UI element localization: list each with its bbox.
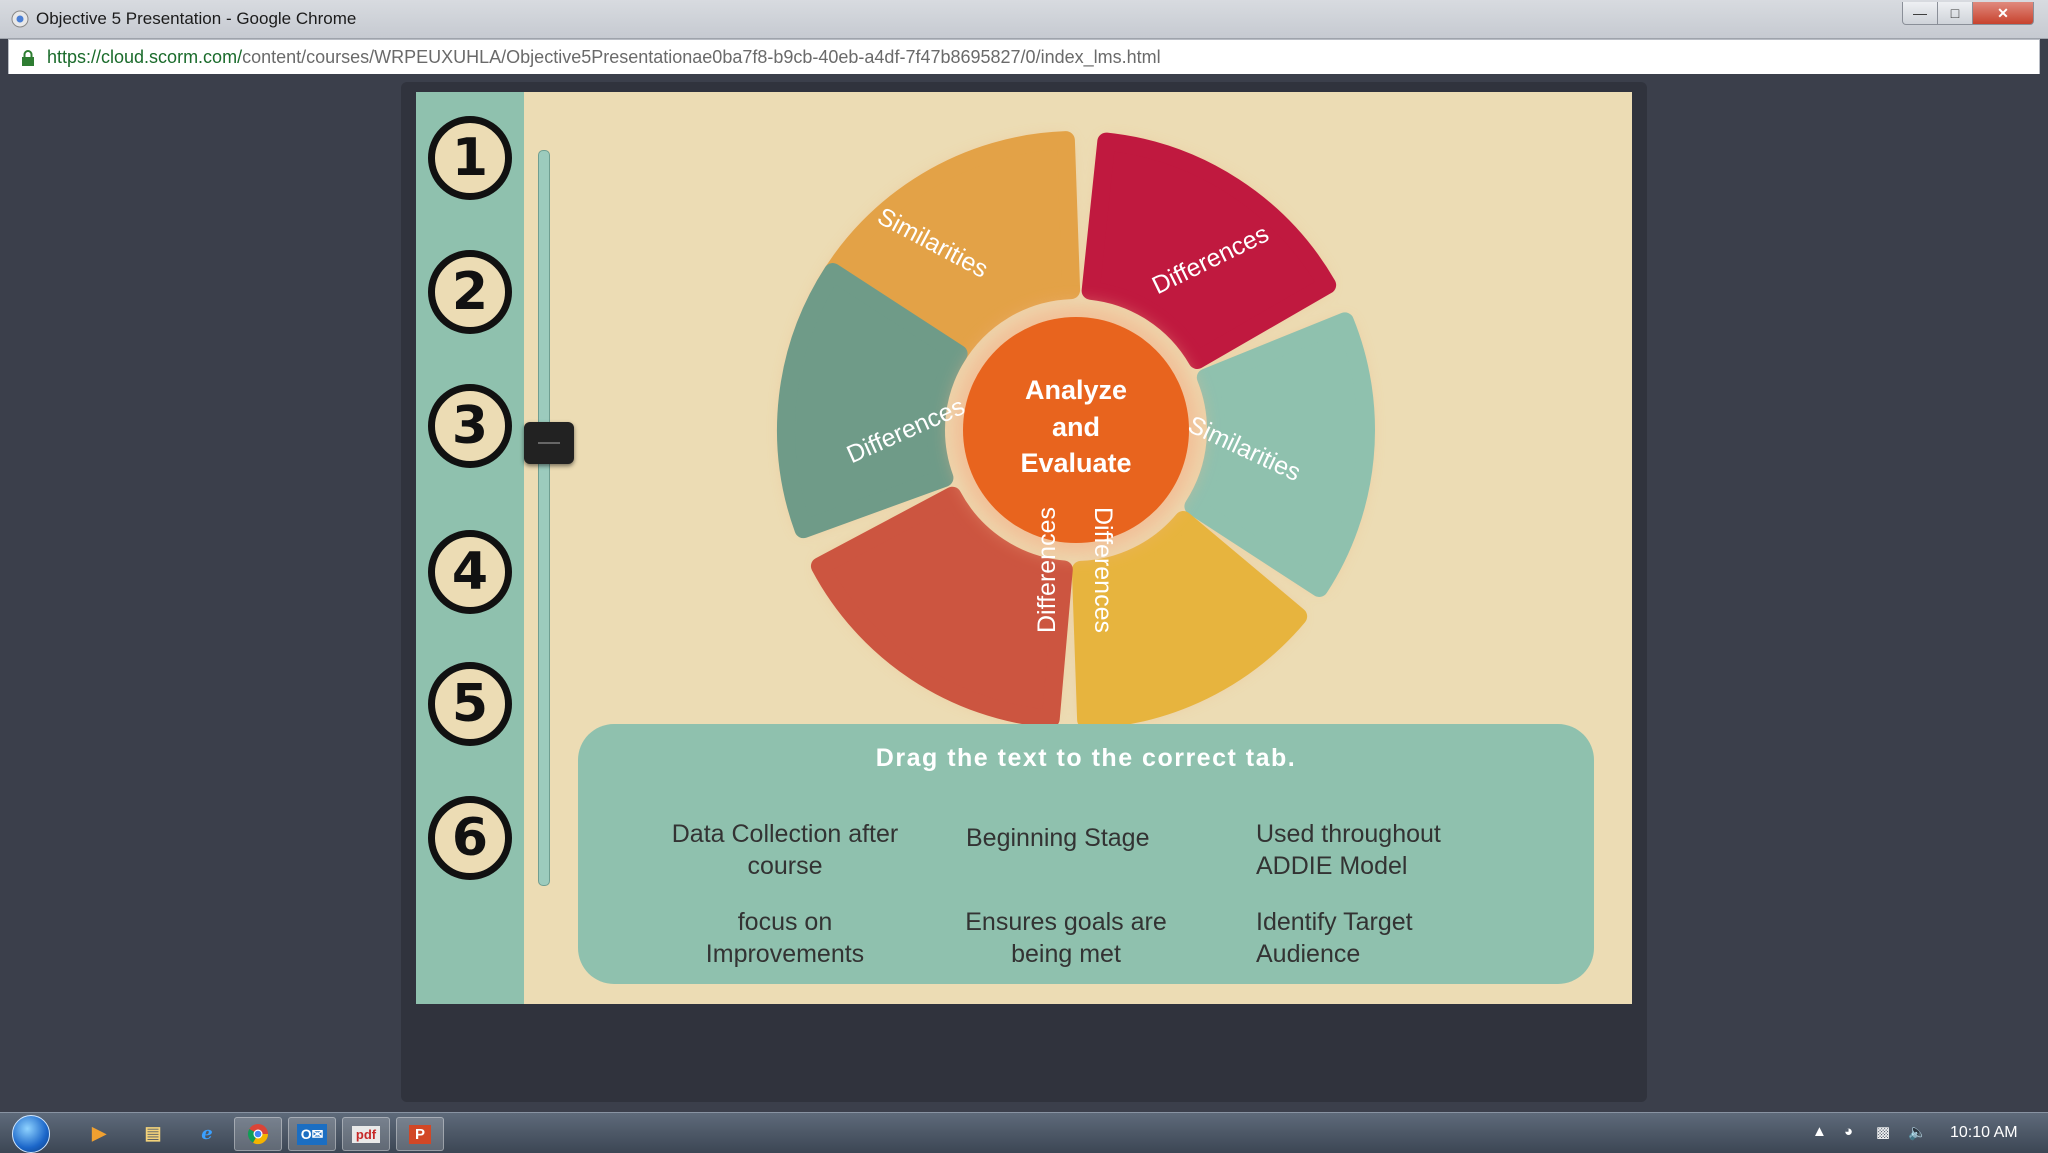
drag-item-focus-improvements[interactable]: focus on Improvements (660, 906, 910, 970)
media-player-icon[interactable]: ▶ (76, 1117, 122, 1149)
outlook-icon[interactable]: O✉ (288, 1117, 336, 1151)
wheel-segment-label-5: Differences (1033, 507, 1061, 633)
address-bar[interactable]: https://cloud.scorm.com/content/courses/… (8, 39, 2040, 75)
center-label-line-3: Evaluate (1020, 448, 1131, 478)
tray-expand-icon[interactable]: ▲ (1812, 1123, 1827, 1140)
step-slider-track[interactable] (538, 150, 550, 886)
drag-drop-task-panel: Drag the text to the correct tab. Data C… (578, 724, 1594, 984)
window-title-bar[interactable]: Objective 5 Presentation - Google Chrome… (0, 0, 2048, 39)
sync-tray-icon[interactable]: ◕ (1844, 1123, 1853, 1140)
lock-icon (22, 50, 34, 66)
network-tray-icon[interactable]: ▩ (1876, 1123, 1890, 1141)
chrome-app-icon (11, 10, 29, 28)
step-navigation-sidebar: 1 2 3 4 5 6 (416, 92, 524, 1004)
url-host: https://cloud.scorm.com/ (47, 47, 243, 67)
step-5-button[interactable]: 5 (428, 662, 512, 746)
drag-item-text: course (747, 852, 823, 880)
analyze-evaluate-wheel: Analyze and Evaluate Similarities Differe… (777, 131, 1375, 729)
wheel-segment-label-4: Differences (1089, 507, 1117, 633)
drag-item-text: Data Collection after (671, 820, 899, 848)
taskbar-clock[interactable]: 10:10 AM (1950, 1124, 2018, 1142)
step-4-button[interactable]: 4 (428, 530, 512, 614)
drag-item-text: Ensures goals are (965, 908, 1167, 936)
step-3-button[interactable]: 3 (428, 384, 512, 468)
url-text[interactable]: https://cloud.scorm.com/content/courses/… (47, 47, 1161, 68)
start-button[interactable] (12, 1115, 50, 1153)
chrome-icon[interactable] (234, 1117, 282, 1151)
internet-explorer-icon[interactable]: e (184, 1117, 230, 1149)
drag-item-text: Beginning Stage (966, 824, 1150, 852)
window-title: Objective 5 Presentation - Google Chrome (36, 9, 357, 28)
drag-item-beginning-stage[interactable]: Beginning Stage (966, 822, 1149, 854)
presentation-slide: 1 2 3 4 5 6 Analyze and Evaluate Similar… (416, 92, 1632, 1004)
drag-item-text: ADDIE Model (1256, 852, 1408, 880)
drag-item-text: Identify Target (1256, 908, 1413, 936)
drag-item-text: Used throughout (1256, 820, 1441, 848)
step-1-button[interactable]: 1 (428, 116, 512, 200)
center-label-line-2: and (1052, 412, 1100, 442)
drag-item-text: being met (1011, 940, 1121, 968)
drag-item-identify-audience[interactable]: Identify Target Audience (1256, 906, 1413, 970)
minimize-button[interactable]: — (1902, 2, 1938, 25)
drag-item-text: Audience (1256, 940, 1361, 968)
powerpoint-icon[interactable]: P (396, 1117, 444, 1151)
drag-item-text: focus on (737, 908, 833, 936)
maximize-button[interactable]: □ (1937, 2, 1973, 25)
step-slider-handle[interactable] (524, 422, 574, 464)
drag-item-text: Improvements (705, 940, 865, 968)
acrobat-icon[interactable]: pdf (342, 1117, 390, 1151)
close-button[interactable]: ✕ (1972, 2, 2034, 25)
drag-item-used-throughout[interactable]: Used throughout ADDIE Model (1256, 818, 1441, 882)
step-2-button[interactable]: 2 (428, 250, 512, 334)
drag-item-data-collection[interactable]: Data Collection after course (660, 818, 910, 882)
center-label-line-1: Analyze (1025, 375, 1127, 405)
file-explorer-icon[interactable]: ▤ (130, 1117, 176, 1149)
volume-tray-icon[interactable]: 🔈 (1908, 1123, 1927, 1141)
url-path: content/courses/WRPEUXUHLA/Objective5Pre… (242, 47, 1161, 67)
drag-item-ensures-goals[interactable]: Ensures goals are being met (946, 906, 1186, 970)
task-instruction: Drag the text to the correct tab. (875, 744, 1297, 772)
step-6-button[interactable]: 6 (428, 796, 512, 880)
windows-taskbar: ▶ ▤ e O✉ pdf P ▲ ◕ ▩ 🔈 10:10 AM (0, 1112, 2048, 1153)
